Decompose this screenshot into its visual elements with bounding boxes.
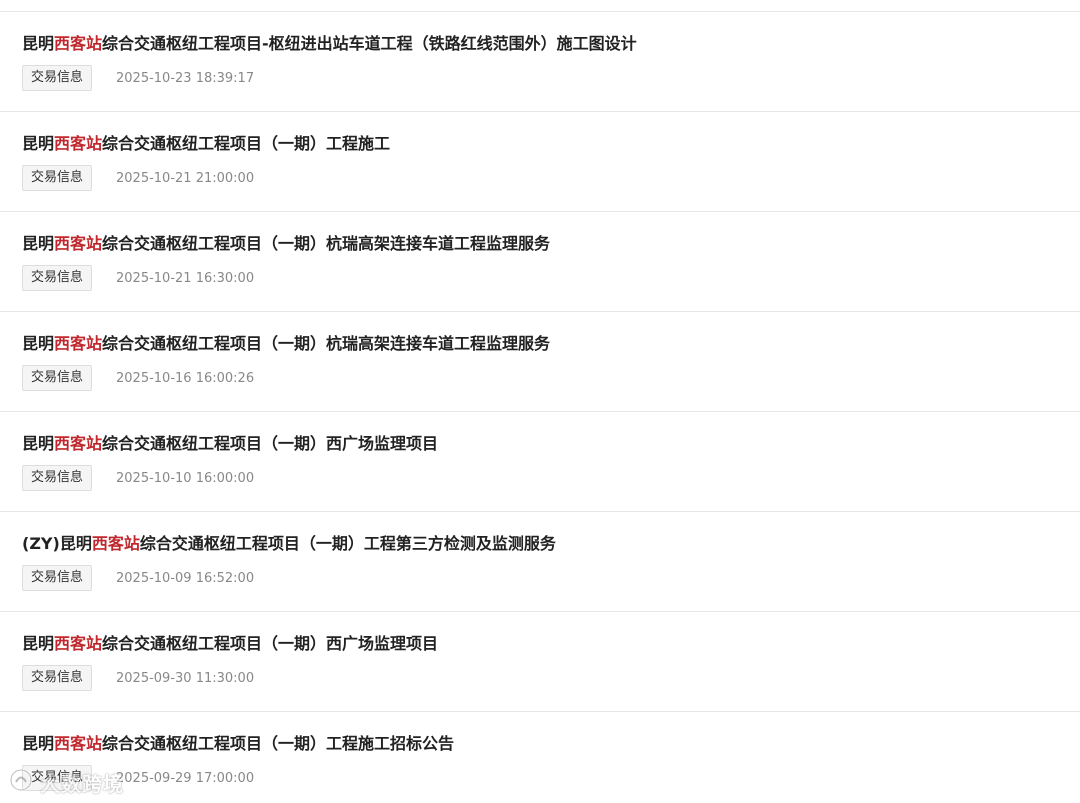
announcement-list: 昆明西客站综合交通枢纽工程项目-枢纽进出站车道工程（铁路红线范围外）施工图设计 … — [0, 11, 1080, 803]
title-highlight: 西客站 — [91, 534, 140, 553]
publish-date: 2025-10-21 16:30:00 — [116, 270, 255, 286]
item-title[interactable]: 昆明西客站综合交通枢纽工程项目（一期）西广场监理项目 — [22, 632, 438, 656]
item-title[interactable]: 昆明西客站综合交通枢纽工程项目（一期）杭瑞高架连接车道工程监理服务 — [22, 332, 550, 356]
category-tag[interactable]: 交易信息 — [22, 65, 93, 91]
title-highlight: 西客站 — [54, 234, 103, 253]
title-suffix: 综合交通枢纽工程项目（一期）西广场监理项目 — [102, 434, 439, 453]
item-title[interactable]: 昆明西客站综合交通枢纽工程项目（一期）西广场监理项目 — [22, 432, 438, 456]
title-prefix: 昆明 — [22, 34, 55, 53]
title-prefix: 昆明 — [22, 134, 55, 153]
publish-date: 2025-10-10 16:00:00 — [116, 470, 255, 486]
title-highlight: 西客站 — [54, 434, 103, 453]
list-item[interactable]: 昆明西客站综合交通枢纽工程项目（一期）西广场监理项目 交易信息 2025-09-… — [0, 612, 1080, 712]
title-prefix: (ZY)昆明 — [22, 534, 92, 553]
list-item[interactable]: 昆明西客站综合交通枢纽工程项目（一期）杭瑞高架连接车道工程监理服务 交易信息 2… — [0, 212, 1080, 312]
item-title[interactable]: 昆明西客站综合交通枢纽工程项目（一期）杭瑞高架连接车道工程监理服务 — [22, 232, 550, 256]
item-title[interactable]: 昆明西客站综合交通枢纽工程项目（一期）工程施工招标公告 — [22, 732, 454, 756]
item-meta: 交易信息 2025-10-10 16:00:00 — [22, 465, 254, 491]
title-prefix: 昆明 — [22, 734, 55, 753]
item-title[interactable]: (ZY)昆明西客站综合交通枢纽工程项目（一期）工程第三方检测及监测服务 — [22, 532, 556, 556]
item-meta: 交易信息 2025-09-29 17:00:00 — [22, 765, 254, 791]
title-highlight: 西客站 — [54, 34, 103, 53]
list-item[interactable]: 昆明西客站综合交通枢纽工程项目（一期）工程施工招标公告 交易信息 2025-09… — [0, 712, 1080, 803]
list-item[interactable]: (ZY)昆明西客站综合交通枢纽工程项目（一期）工程第三方检测及监测服务 交易信息… — [0, 512, 1080, 612]
title-prefix: 昆明 — [22, 634, 55, 653]
publish-date: 2025-10-16 16:00:26 — [116, 370, 255, 386]
item-meta: 交易信息 2025-10-21 21:00:00 — [22, 165, 254, 191]
item-meta: 交易信息 2025-10-23 18:39:17 — [22, 65, 254, 91]
list-item[interactable]: 昆明西客站综合交通枢纽工程项目-枢纽进出站车道工程（铁路红线范围外）施工图设计 … — [0, 12, 1080, 112]
item-meta: 交易信息 2025-10-09 16:52:00 — [22, 565, 254, 591]
publish-date: 2025-09-30 11:30:00 — [116, 670, 255, 686]
publish-date: 2025-10-09 16:52:00 — [116, 570, 255, 586]
title-prefix: 昆明 — [22, 434, 55, 453]
category-tag[interactable]: 交易信息 — [22, 565, 93, 591]
category-tag[interactable]: 交易信息 — [22, 265, 93, 291]
publish-date: 2025-09-29 17:00:00 — [116, 770, 255, 786]
item-meta: 交易信息 2025-09-30 11:30:00 — [22, 665, 254, 691]
category-tag[interactable]: 交易信息 — [22, 365, 93, 391]
publish-date: 2025-10-21 21:00:00 — [116, 170, 255, 186]
title-suffix: 综合交通枢纽工程项目（一期）工程施工招标公告 — [102, 734, 455, 753]
title-prefix: 昆明 — [22, 234, 55, 253]
title-highlight: 西客站 — [54, 334, 103, 353]
title-suffix: 综合交通枢纽工程项目（一期）西广场监理项目 — [102, 634, 439, 653]
title-highlight: 西客站 — [54, 734, 103, 753]
title-prefix: 昆明 — [22, 334, 55, 353]
title-suffix: 综合交通枢纽工程项目（一期）工程第三方检测及监测服务 — [139, 534, 556, 553]
item-meta: 交易信息 2025-10-21 16:30:00 — [22, 265, 254, 291]
title-suffix: 综合交通枢纽工程项目（一期）工程施工 — [102, 134, 391, 153]
item-title[interactable]: 昆明西客站综合交通枢纽工程项目（一期）工程施工 — [22, 132, 390, 156]
item-title[interactable]: 昆明西客站综合交通枢纽工程项目-枢纽进出站车道工程（铁路红线范围外）施工图设计 — [22, 32, 637, 56]
publish-date: 2025-10-23 18:39:17 — [116, 70, 255, 86]
category-tag[interactable]: 交易信息 — [22, 765, 93, 791]
title-highlight: 西客站 — [54, 134, 103, 153]
category-tag[interactable]: 交易信息 — [22, 165, 93, 191]
list-item[interactable]: 昆明西客站综合交通枢纽工程项目（一期）工程施工 交易信息 2025-10-21 … — [0, 112, 1080, 212]
title-suffix: 综合交通枢纽工程项目（一期）杭瑞高架连接车道工程监理服务 — [102, 334, 551, 353]
item-meta: 交易信息 2025-10-16 16:00:26 — [22, 365, 254, 391]
category-tag[interactable]: 交易信息 — [22, 465, 93, 491]
category-tag[interactable]: 交易信息 — [22, 665, 93, 691]
title-suffix: 综合交通枢纽工程项目-枢纽进出站车道工程（铁路红线范围外）施工图设计 — [102, 34, 637, 53]
title-highlight: 西客站 — [54, 634, 103, 653]
list-item[interactable]: 昆明西客站综合交通枢纽工程项目（一期）西广场监理项目 交易信息 2025-10-… — [0, 412, 1080, 512]
list-item[interactable]: 昆明西客站综合交通枢纽工程项目（一期）杭瑞高架连接车道工程监理服务 交易信息 2… — [0, 312, 1080, 412]
title-suffix: 综合交通枢纽工程项目（一期）杭瑞高架连接车道工程监理服务 — [102, 234, 551, 253]
